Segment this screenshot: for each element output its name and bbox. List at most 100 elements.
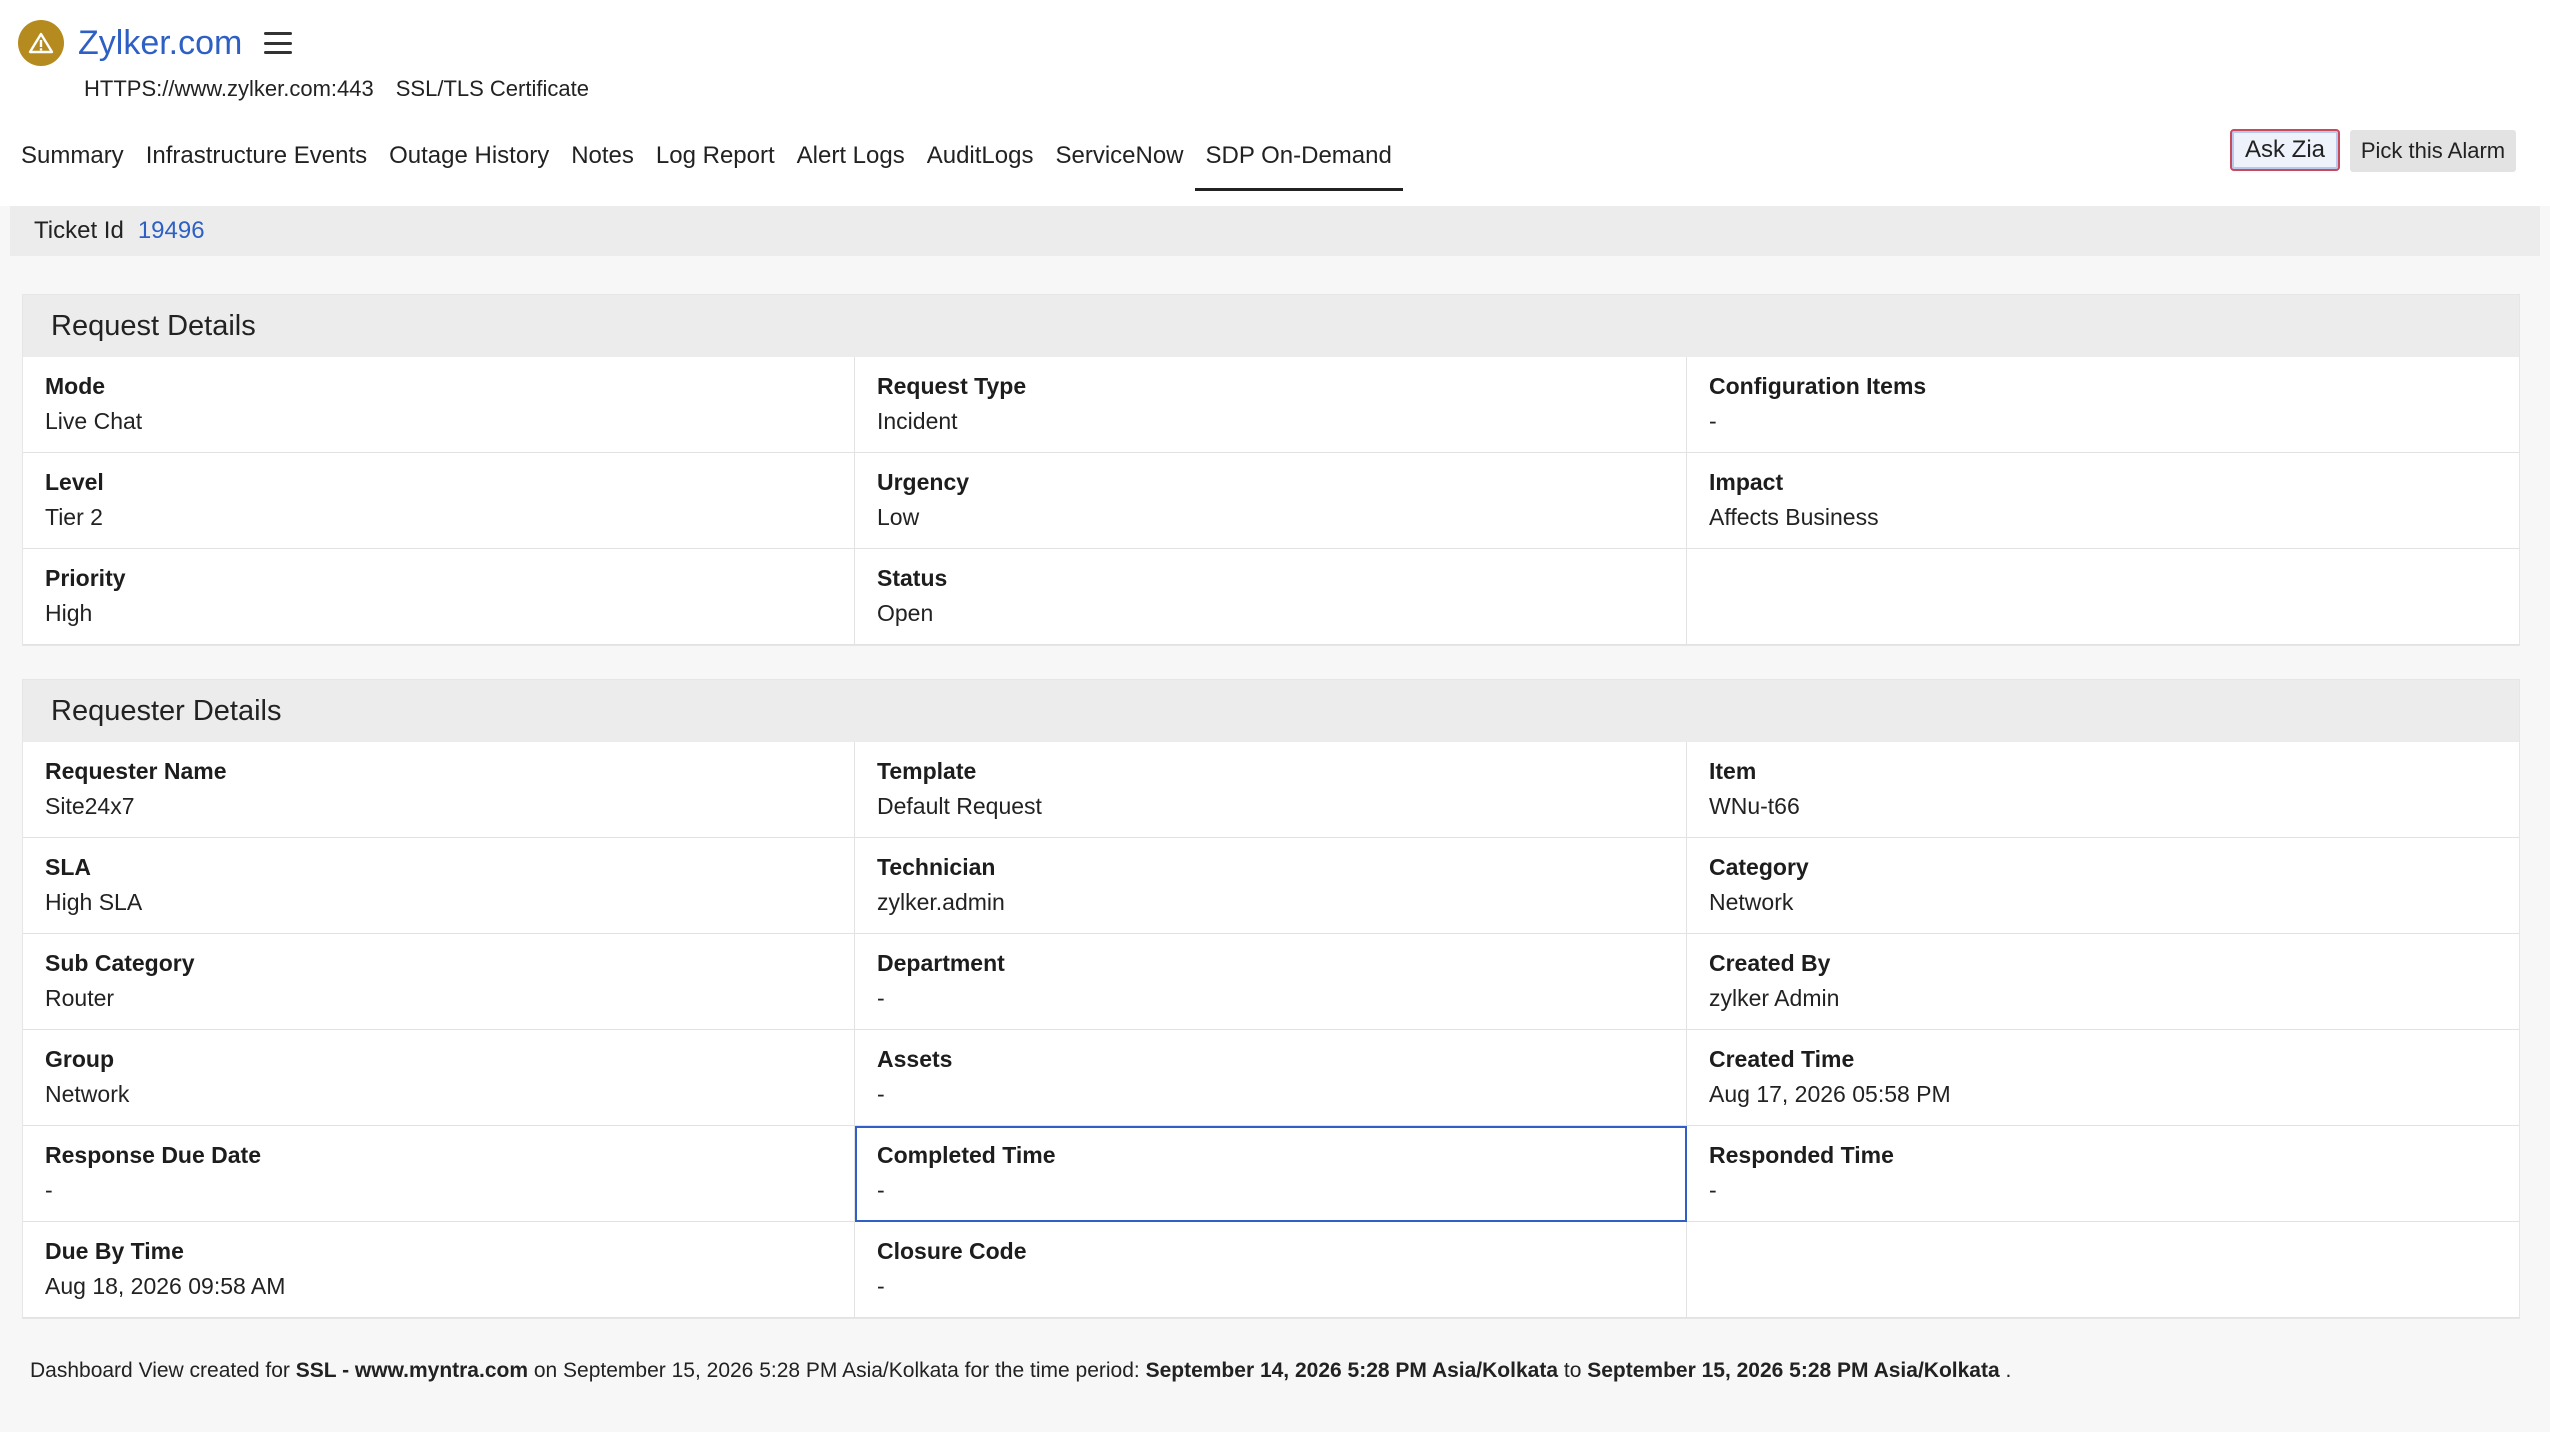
field-value: Aug 17, 2026 05:58 PM	[1709, 1081, 1951, 1107]
field-label: Configuration Items	[1709, 373, 1927, 399]
field-value: -	[1709, 1177, 1717, 1203]
field-value: -	[1709, 408, 1717, 434]
field-value: High SLA	[45, 889, 143, 915]
detail-cell: Status Open	[855, 549, 1687, 645]
detail-cell: Department -	[855, 934, 1687, 1030]
detail-cell: Closure Code -	[855, 1222, 1687, 1318]
tab-servicenow[interactable]: ServiceNow	[1044, 138, 1194, 190]
detail-cell: Impact Affects Business	[1687, 453, 2519, 549]
detail-cell: SLA High SLA	[23, 838, 855, 934]
field-value: Network	[1709, 889, 1794, 915]
requester-details-section: Requester Details Requester Name Site24x7…	[22, 679, 2520, 1319]
field-label: Mode	[45, 373, 106, 399]
field-label: Due By Time	[45, 1238, 184, 1264]
warning-icon	[18, 20, 64, 66]
tab-summary[interactable]: Summary	[10, 138, 135, 190]
detail-cell: Request Type Incident	[855, 357, 1687, 453]
field-value: Network	[45, 1081, 130, 1107]
section-title: Requester Details	[23, 680, 2519, 742]
detail-cell: Priority High	[23, 549, 855, 645]
field-label: Requester Name	[45, 758, 227, 784]
footer-prefix: Dashboard View created for	[30, 1359, 290, 1382]
detail-cell: Response Due Date -	[23, 1126, 855, 1222]
detail-cell: Technician zylker.admin	[855, 838, 1687, 934]
detail-cell: Level Tier 2	[23, 453, 855, 549]
field-value: Affects Business	[1709, 504, 1879, 530]
field-label: Template	[877, 758, 977, 784]
detail-cell: Configuration Items -	[1687, 357, 2519, 453]
field-value: Live Chat	[45, 408, 143, 434]
detail-cell: Created By zylker Admin	[1687, 934, 2519, 1030]
footer-created-on: on September 15, 2026 5:28 PM Asia/Kolka…	[533, 1359, 1140, 1382]
field-label: Request Type	[877, 373, 1027, 399]
monitor-title[interactable]: Zylker.com	[78, 24, 242, 63]
footer-period-start: September 14, 2026 5:28 PM Asia/Kolkata	[1145, 1359, 1559, 1382]
detail-cell: Completed Time -	[855, 1126, 1687, 1222]
field-label: Responded Time	[1709, 1142, 1894, 1168]
detail-cell: Responded Time -	[1687, 1126, 2519, 1222]
detail-cell: Assets -	[855, 1030, 1687, 1126]
field-label: Created Time	[1709, 1046, 1855, 1072]
tab-alert-logs[interactable]: Alert Logs	[786, 138, 916, 190]
pick-alarm-button[interactable]: Pick this Alarm	[2350, 130, 2516, 172]
field-value: -	[877, 1177, 885, 1203]
field-value: Incident	[877, 408, 958, 434]
field-label: Urgency	[877, 469, 970, 495]
footer-monitor: SSL - www.myntra.com	[295, 1359, 529, 1382]
tab-log-report[interactable]: Log Report	[645, 138, 786, 190]
main-content: Ticket Id 19496 Request Details Mode Live…	[0, 206, 2550, 1432]
field-value: High	[45, 600, 93, 626]
field-label: SLA	[45, 854, 91, 880]
title-row: Zylker.com	[18, 20, 293, 66]
tab-bar: Summary Infrastructure Events Outage His…	[10, 138, 1404, 191]
detail-cell: Created Time Aug 17, 2026 05:58 PM	[1687, 1030, 2519, 1126]
detail-cell: Group Network	[23, 1030, 855, 1126]
field-label: Impact	[1709, 469, 1784, 495]
field-value: zylker.admin	[877, 889, 1005, 915]
field-value: Low	[877, 504, 920, 530]
dashboard-footer: Dashboard View created for SSL - www.myn…	[30, 1359, 2011, 1383]
detail-cell: Template Default Request	[855, 742, 1687, 838]
tab-notes[interactable]: Notes	[560, 138, 645, 190]
tab-sdp-on-demand[interactable]: SDP On-Demand	[1194, 138, 1404, 191]
monitor-subtitle: HTTPS://www.zylker.com:443 SSL/TLS Certi…	[84, 76, 589, 102]
ticket-bar: Ticket Id 19496	[10, 206, 2540, 256]
ask-zia-button[interactable]: Ask Zia	[2230, 129, 2340, 171]
monitor-type: SSL/TLS Certificate	[395, 76, 589, 101]
detail-cell: Item WNu-t66	[1687, 742, 2519, 838]
field-value: Site24x7	[45, 793, 135, 819]
footer-suffix: .	[2005, 1359, 2012, 1382]
detail-cell	[1687, 549, 2519, 645]
field-label: Created By	[1709, 950, 1831, 976]
section-title: Request Details	[23, 295, 2519, 357]
field-label: Category	[1709, 854, 1809, 880]
field-label: Sub Category	[45, 950, 195, 976]
tab-infrastructure-events[interactable]: Infrastructure Events	[135, 138, 378, 190]
tab-outage-history[interactable]: Outage History	[378, 138, 560, 190]
ticket-id-link[interactable]: 19496	[138, 217, 205, 245]
tab-auditlogs[interactable]: AuditLogs	[916, 138, 1045, 190]
request-details-grid: Mode Live Chat Request Type Incident Configu…	[23, 357, 2519, 645]
field-value: Default Request	[877, 793, 1042, 819]
field-value: WNu-t66	[1709, 793, 1800, 819]
detail-cell: Category Network	[1687, 838, 2519, 934]
detail-cell: Requester Name Site24x7	[23, 742, 855, 838]
detail-cell: Mode Live Chat	[23, 357, 855, 453]
field-label: Group	[45, 1046, 114, 1072]
detail-cell: Urgency Low	[855, 453, 1687, 549]
ticket-id-label: Ticket Id	[34, 217, 124, 244]
requester-details-grid: Requester Name Site24x7 Template Default Re…	[23, 742, 2519, 1318]
field-value: Open	[877, 600, 934, 626]
field-label: Response Due Date	[45, 1142, 262, 1168]
detail-cell	[1687, 1222, 2519, 1318]
field-label: Level	[45, 469, 104, 495]
field-label: Status	[877, 565, 948, 591]
menu-icon[interactable]	[264, 32, 293, 54]
field-label: Item	[1709, 758, 1757, 784]
field-value: -	[45, 1177, 53, 1203]
field-value: -	[877, 1273, 885, 1299]
footer-to: to	[1563, 1359, 1582, 1382]
field-value: -	[877, 1081, 885, 1107]
field-value: -	[877, 985, 885, 1011]
footer-period-end: September 15, 2026 5:28 PM Asia/Kolkata	[1587, 1359, 2000, 1382]
